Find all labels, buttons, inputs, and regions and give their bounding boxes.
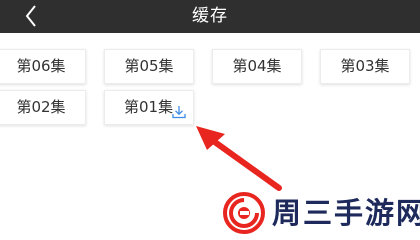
top-bar: 缓存 bbox=[0, 0, 420, 33]
episode-item-05[interactable]: 第05集 bbox=[104, 49, 194, 84]
spiral-logo bbox=[223, 192, 265, 234]
episode-item-04[interactable]: 第04集 bbox=[212, 49, 302, 84]
episode-item-01[interactable]: 第01集 bbox=[104, 90, 194, 125]
episode-item-02[interactable]: 第02集 bbox=[0, 90, 86, 125]
download-icon bbox=[172, 106, 186, 119]
page-title: 缓存 bbox=[192, 6, 228, 26]
episode-label: 第04集 bbox=[232, 57, 282, 75]
watermark-text: 周三手游网 bbox=[272, 196, 420, 230]
episode-label: 第05集 bbox=[124, 57, 174, 75]
episode-label: 第06集 bbox=[16, 57, 66, 75]
watermark: 周三手游网 bbox=[222, 192, 420, 234]
episode-label: 第03集 bbox=[340, 57, 390, 75]
episode-label: 第01集 bbox=[124, 98, 174, 116]
episode-item-06[interactable]: 第06集 bbox=[0, 49, 86, 84]
episode-item-03[interactable]: 第03集 bbox=[320, 49, 410, 84]
episode-label: 第02集 bbox=[16, 98, 66, 116]
